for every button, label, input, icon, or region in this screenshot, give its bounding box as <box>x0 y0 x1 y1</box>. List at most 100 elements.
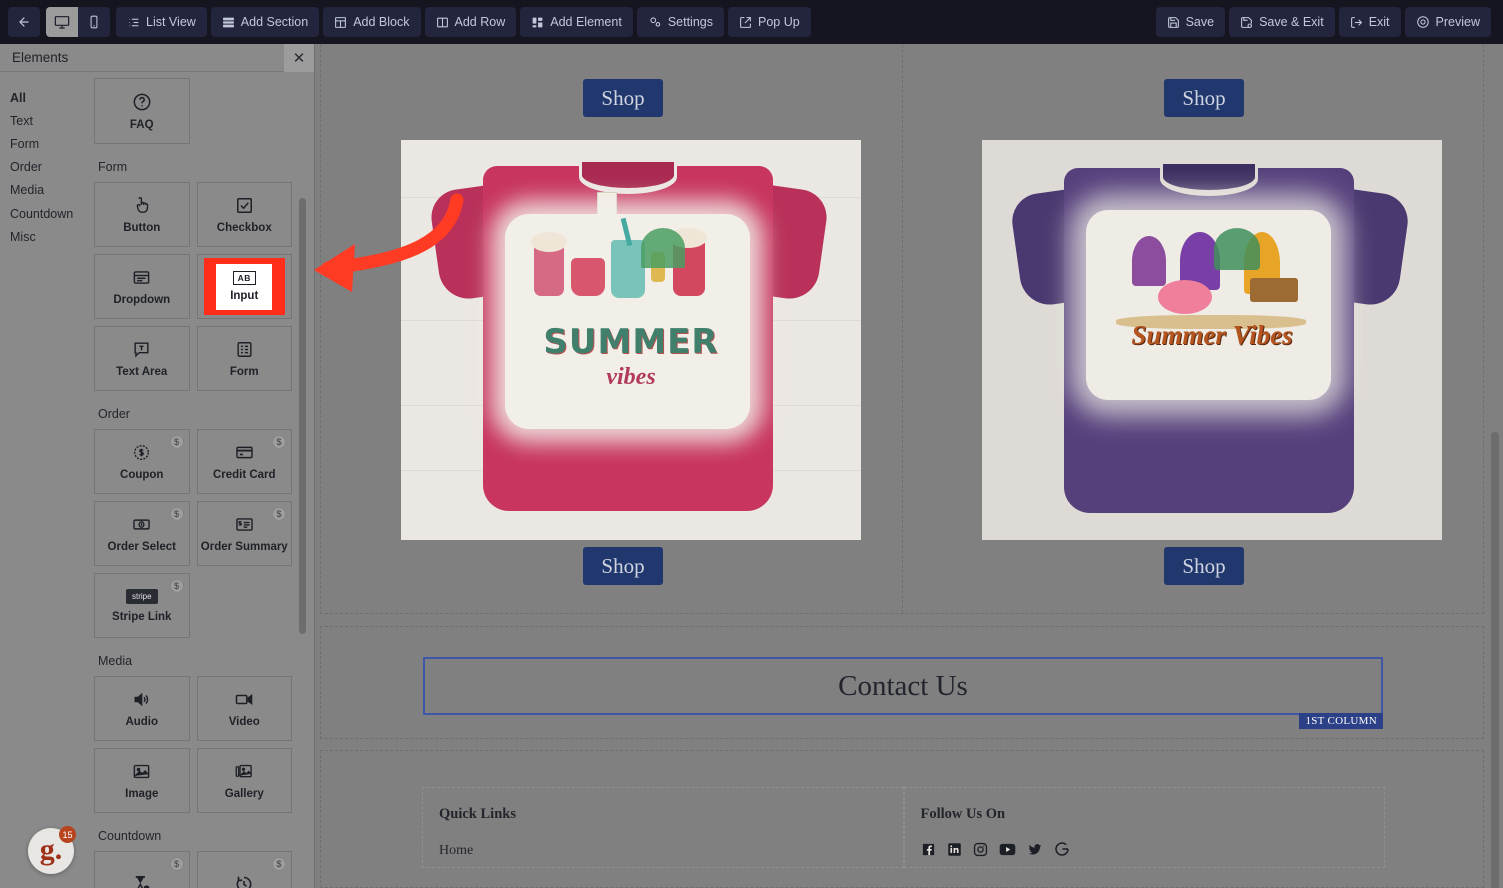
save-button[interactable]: Save <box>1155 7 1226 37</box>
element-card-order-summary[interactable]: $ Order Summary <box>196 501 292 566</box>
shop-button-top-1[interactable]: Shop <box>583 79 663 117</box>
product-image-1[interactable]: SUMMER vibes <box>401 140 861 540</box>
preview-button[interactable]: Preview <box>1404 7 1491 37</box>
exit-button[interactable]: Exit <box>1338 7 1401 37</box>
add-block-button[interactable]: Add Block <box>323 7 421 37</box>
element-card-video[interactable]: Video <box>196 676 292 741</box>
contact-section[interactable]: Contact Us 1ST COLUMN <box>320 626 1484 739</box>
group-label-countdown: Countdown <box>98 829 162 843</box>
device-desktop-button[interactable] <box>46 7 78 37</box>
linkedin-link[interactable] <box>947 842 962 857</box>
google-icon <box>1054 842 1069 856</box>
element-label-button: Button <box>123 221 161 234</box>
add-row-icon <box>436 17 448 27</box>
element-label-text-area: Text Area <box>116 365 168 378</box>
element-card-faq[interactable]: FAQ <box>94 78 190 144</box>
google-link[interactable] <box>1054 841 1070 857</box>
element-card-dropdown[interactable]: Dropdown <box>94 254 190 319</box>
category-all[interactable]: All <box>10 86 86 109</box>
add-element-icon <box>532 17 543 27</box>
group-grid-form: Button Checkbox Dropdown AB Input Text A… <box>94 182 292 391</box>
product-column-1[interactable]: Shop SUMMER vibes Shop <box>321 44 902 613</box>
settings-button[interactable]: Settings <box>636 7 724 37</box>
text-area-icon <box>134 341 149 358</box>
category-media[interactable]: Media <box>10 179 86 202</box>
elements-scroll-region[interactable]: FAQ Form Button Checkbox Dropdown AB Inp… <box>86 72 314 888</box>
category-misc[interactable]: Misc <box>10 225 86 248</box>
twitter-link[interactable] <box>1027 842 1043 857</box>
element-card-order-select[interactable]: $ Order Select <box>94 501 190 566</box>
shop-button-bottom-2[interactable]: Shop <box>1164 547 1244 585</box>
settings-label: Settings <box>667 15 713 29</box>
footer-section[interactable]: Quick Links Home Follow Us On <box>320 750 1484 888</box>
element-label-form: Form <box>229 365 259 378</box>
shop-button-bottom-1[interactable]: Shop <box>583 547 663 585</box>
element-card-audio[interactable]: Audio <box>94 676 190 741</box>
input-card-inner: AB Input <box>216 263 273 310</box>
page-scrollbar[interactable] <box>1491 432 1499 888</box>
paid-badge: $ <box>169 435 184 449</box>
form-icon <box>237 341 252 357</box>
category-order[interactable]: Order <box>10 156 86 179</box>
category-form[interactable]: Form <box>10 132 86 155</box>
checkbox-icon <box>236 197 252 213</box>
element-card-gallery[interactable]: Gallery <box>196 748 292 813</box>
popup-button[interactable]: Pop Up <box>727 7 811 37</box>
elements-list: FAQ Form Button Checkbox Dropdown AB Inp… <box>94 72 292 888</box>
product-image-2[interactable]: Summer Vibes <box>982 140 1442 540</box>
group-label-order: Order <box>98 407 130 421</box>
preview-icon <box>1416 16 1429 28</box>
chat-widget-button[interactable]: g. 15 <box>28 826 76 874</box>
shop-button-top-2[interactable]: Shop <box>1164 79 1244 117</box>
products-section[interactable]: Shop SUMMER vibes Shop Shop Summer Vibes… <box>320 44 1484 614</box>
element-card-input[interactable]: AB Input <box>196 254 292 319</box>
element-label-order-summary: Order Summary <box>200 540 288 553</box>
add-row-button[interactable]: Add Row <box>424 7 517 37</box>
elements-panel-scrollbar[interactable] <box>299 198 306 634</box>
save-exit-button[interactable]: Save & Exit <box>1229 7 1335 37</box>
element-card-countdown-clock[interactable]: $ <box>196 851 292 888</box>
instagram-link[interactable] <box>973 842 988 857</box>
paid-badge: $ <box>169 579 184 593</box>
quick-link-home[interactable]: Home <box>439 843 473 859</box>
faq-icon <box>133 93 151 110</box>
order-summary-icon <box>236 517 253 531</box>
exit-icon <box>1350 16 1362 28</box>
category-countdown[interactable]: Countdown <box>10 202 86 225</box>
element-card-button[interactable]: Button <box>94 182 190 247</box>
footer-column-social[interactable]: Follow Us On <box>903 787 1385 868</box>
youtube-link[interactable] <box>999 842 1016 857</box>
misc-group-partial: FAQ <box>94 78 292 144</box>
close-panel-button[interactable]: ✕ <box>284 44 314 72</box>
back-button[interactable] <box>8 7 40 37</box>
element-card-checkbox[interactable]: Checkbox <box>196 182 292 247</box>
add-section-button[interactable]: Add Section <box>210 7 320 37</box>
category-text[interactable]: Text <box>10 109 86 132</box>
element-card-image[interactable]: Image <box>94 748 190 813</box>
dropdown-icon <box>133 270 150 284</box>
footer-column-quick-links[interactable]: Quick Links Home <box>422 787 904 868</box>
element-card-stripe-link[interactable]: $ stripe Stripe Link <box>94 573 190 638</box>
element-card-coupon[interactable]: $ Coupon <box>94 429 190 494</box>
list-view-button[interactable]: List View <box>116 7 207 37</box>
stripe-icon: stripe <box>125 588 158 604</box>
device-mobile-button[interactable] <box>78 7 110 37</box>
element-card-credit-card[interactable]: $ Credit Card <box>196 429 292 494</box>
element-card-countdown-timer[interactable]: $ <box>94 851 190 888</box>
group-label-form: Form <box>98 160 128 174</box>
video-icon <box>235 693 253 705</box>
youtube-icon <box>999 843 1015 855</box>
group-grid-countdown: $ $ <box>94 851 292 888</box>
elements-panel-body: All Text Form Order Media Countdown Misc <box>0 72 314 888</box>
element-card-form[interactable]: Form <box>196 326 292 391</box>
facebook-link[interactable] <box>921 842 936 857</box>
list-view-icon <box>129 18 139 26</box>
tee-design-sub-1: vibes <box>606 364 656 390</box>
element-card-text-area[interactable]: Text Area <box>94 326 190 391</box>
add-element-button[interactable]: Add Element <box>520 7 633 37</box>
add-section-label: Add Section <box>240 15 309 29</box>
contact-column-selected[interactable]: Contact Us 1ST COLUMN <box>423 657 1383 729</box>
widget-unread-badge: 15 <box>59 826 76 843</box>
toolbar-left-actions: List View Add Section Add Block Add Row <box>116 7 811 37</box>
product-column-2[interactable]: Shop Summer Vibes Shop <box>902 44 1483 613</box>
